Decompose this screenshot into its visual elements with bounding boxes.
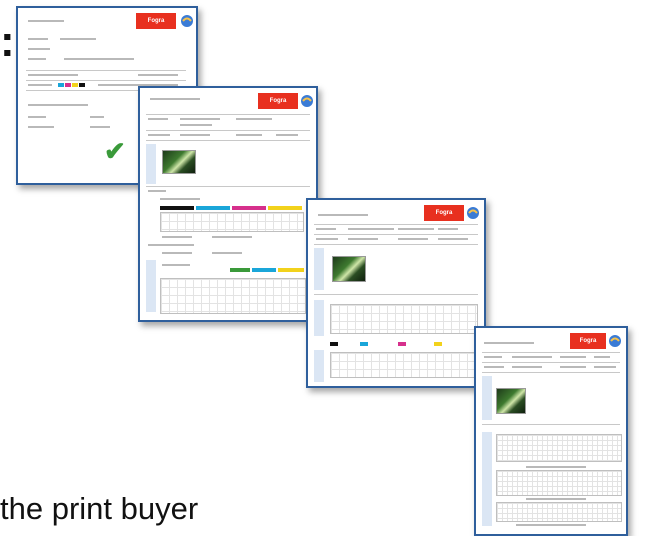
sample-photo xyxy=(332,256,366,282)
sample-photo xyxy=(162,150,196,174)
globe-icon xyxy=(609,335,621,347)
fogra-logo: Fogra xyxy=(258,93,298,109)
checkmark-icon: ✔ xyxy=(104,136,126,166)
report-page-4: Fogra xyxy=(474,326,628,536)
caption-text: the print buyer xyxy=(0,491,199,526)
fogra-logo: Fogra xyxy=(570,333,606,349)
fogra-logo: Fogra xyxy=(136,13,176,29)
globe-icon xyxy=(181,15,193,27)
report-page-2: Fogra xyxy=(138,86,318,322)
report-page-3: Fogra xyxy=(306,198,486,388)
globe-icon xyxy=(467,207,479,219)
fogra-logo: Fogra xyxy=(424,205,464,221)
globe-icon xyxy=(301,95,313,107)
heading-colon: : xyxy=(0,17,15,66)
sample-photo xyxy=(496,388,526,414)
